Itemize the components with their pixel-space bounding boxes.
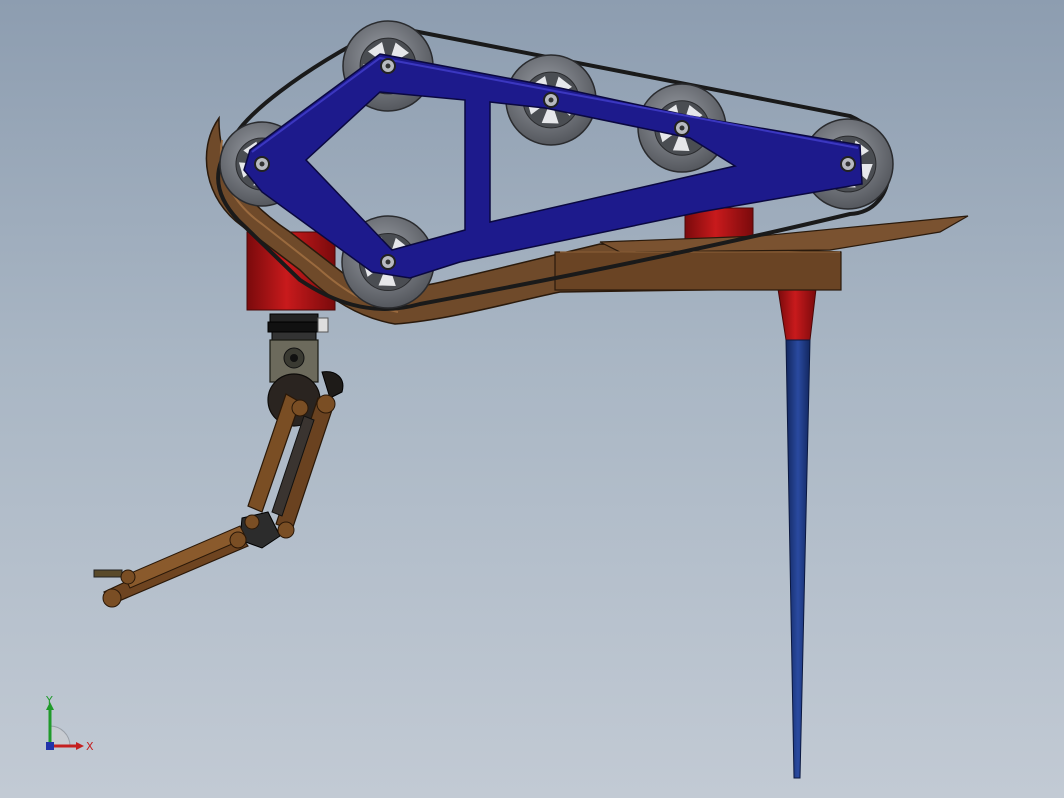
cad-viewport[interactable]: Y X [0,0,1064,798]
leg-blue-spike [785,339,811,779]
stepper-motor [267,313,329,383]
leg-red-collar [777,288,817,341]
axle-bolt-center-5 [679,125,685,131]
axle-bolt-center-3 [385,259,391,265]
orientation-triad[interactable]: Y X [36,696,106,758]
arm-linkage [93,371,344,608]
y-axis-label: Y [45,696,53,707]
model-scene[interactable] [0,0,1064,798]
support-leg [777,288,817,779]
axle-bolt-center-2 [259,161,265,167]
x-axis-label: X [86,740,94,753]
axle-bolt-center-1 [385,63,391,69]
z-axis-marker [46,742,54,750]
axle-bolt-center-4 [548,97,554,103]
forearm-truss [123,525,247,589]
axle-bolt-center-6 [845,161,851,167]
